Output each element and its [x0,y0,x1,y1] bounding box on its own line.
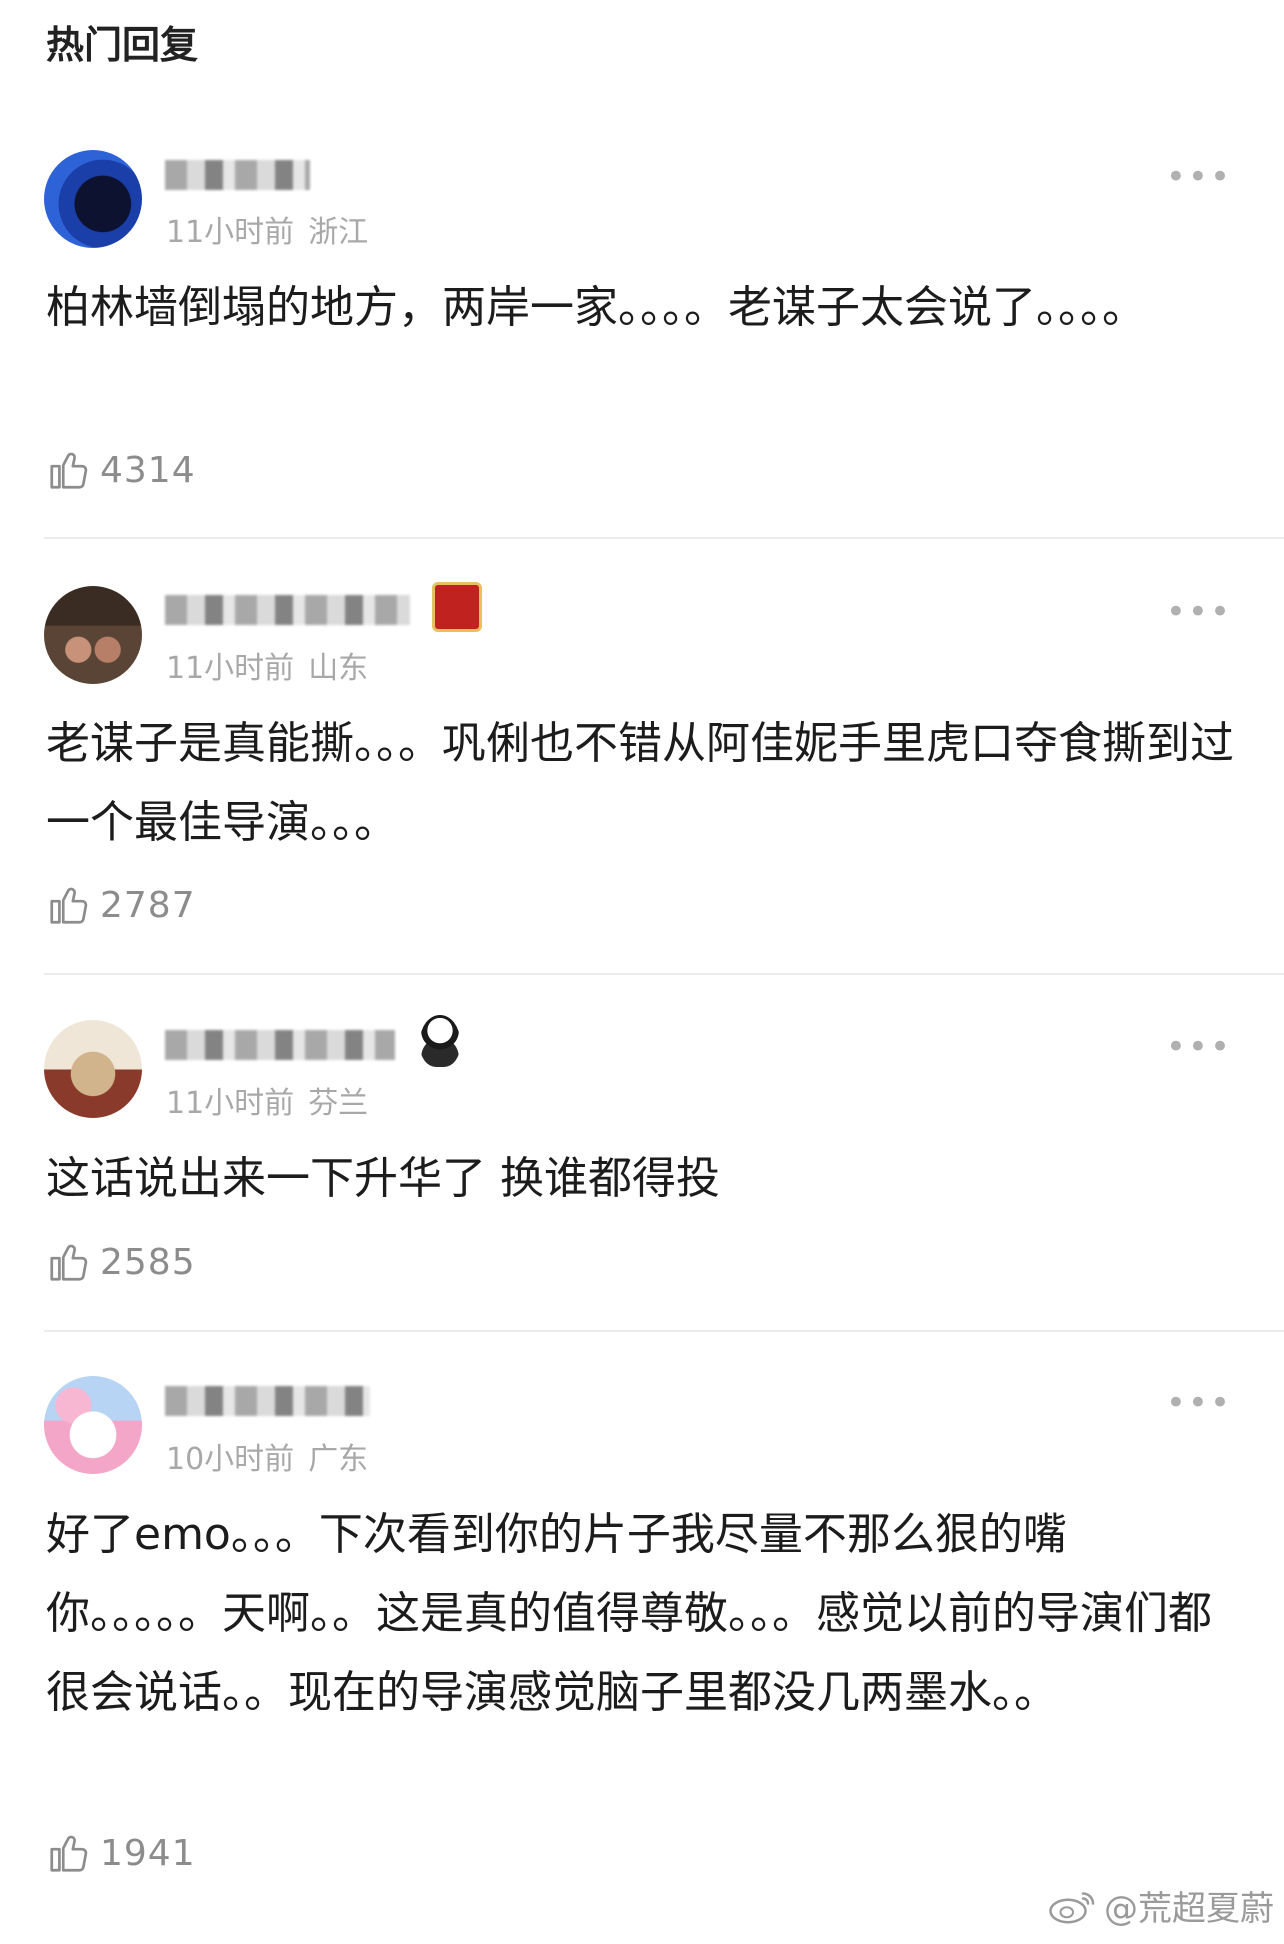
more-dots-icon: ••• [1165,1383,1232,1423]
member-badge-icon [432,582,482,632]
more-dots-icon: ••• [1165,157,1232,197]
like-count: 1941 [100,1832,196,1874]
comment-text: 老谋子是真能撕。。。巩俐也不错从阿佳妮手里虎口夺食撕到过一个最佳导演。。。 [46,718,1234,848]
like-button[interactable]: 4314 [46,446,196,494]
avatar-pendant-icon [420,1015,460,1067]
more-options-button[interactable]: ••• [1166,1030,1232,1064]
comment-meta: 10小时前 广东 [166,1434,382,1478]
comment-location: 山东 [308,651,369,686]
divider [44,537,1284,539]
username-blurred[interactable] [165,1030,395,1060]
comment-location: 芬兰 [308,1086,369,1121]
like-count: 2585 [100,1241,196,1283]
more-options-button[interactable]: ••• [1166,595,1232,629]
more-options-button[interactable]: ••• [1166,1386,1232,1420]
divider [44,1330,1284,1332]
thumbs-up-icon [50,452,88,489]
thumbs-up-icon [50,887,88,924]
avatar[interactable] [44,1020,142,1118]
like-count: 2787 [100,884,196,926]
like-button[interactable]: 2585 [46,1238,196,1286]
section-title: 热门回复 [46,23,199,67]
comment-location: 广东 [308,1442,369,1477]
comment-text: 这话说出来一下升华了 换谁都得投 [46,1153,720,1204]
comment-time: 11小时前 [166,215,295,250]
username-blurred[interactable] [165,1386,370,1416]
username-blurred[interactable] [165,160,310,190]
more-dots-icon: ••• [1165,1027,1232,1067]
weibo-logo-icon [1049,1891,1095,1923]
avatar[interactable] [44,1376,142,1474]
avatar[interactable] [44,150,142,248]
comment-time: 11小时前 [166,1086,295,1121]
comment-time: 10小时前 [166,1442,295,1477]
like-count: 4314 [100,449,196,491]
weibo-watermark: @荒超夏蔚 [1048,1881,1274,1930]
comment-text: 柏林墙倒塌的地方，两岸一家。。。。老谋子太会说了。。。。 [46,282,1146,333]
comment-time: 11小时前 [166,651,295,686]
divider [44,973,1284,975]
watermark-text: @荒超夏蔚 [1104,1889,1274,1929]
like-button[interactable]: 1941 [46,1829,196,1877]
comment-meta: 11小时前 浙江 [166,207,382,251]
comment-location: 浙江 [308,215,369,250]
avatar[interactable] [44,586,142,684]
comment-meta: 11小时前 芬兰 [166,1078,382,1122]
thumbs-up-icon [50,1244,88,1281]
comment-meta: 11小时前 山东 [166,643,382,687]
username-blurred[interactable] [165,595,410,625]
more-options-button[interactable]: ••• [1166,160,1232,194]
comment-text: 好了emo。。。下次看到你的片子我尽量不那么狠的嘴你。。。。。天啊。。这是真的值… [46,1509,1212,1718]
more-dots-icon: ••• [1165,592,1232,632]
thumbs-up-icon [50,1835,88,1872]
like-button[interactable]: 2787 [46,881,196,929]
